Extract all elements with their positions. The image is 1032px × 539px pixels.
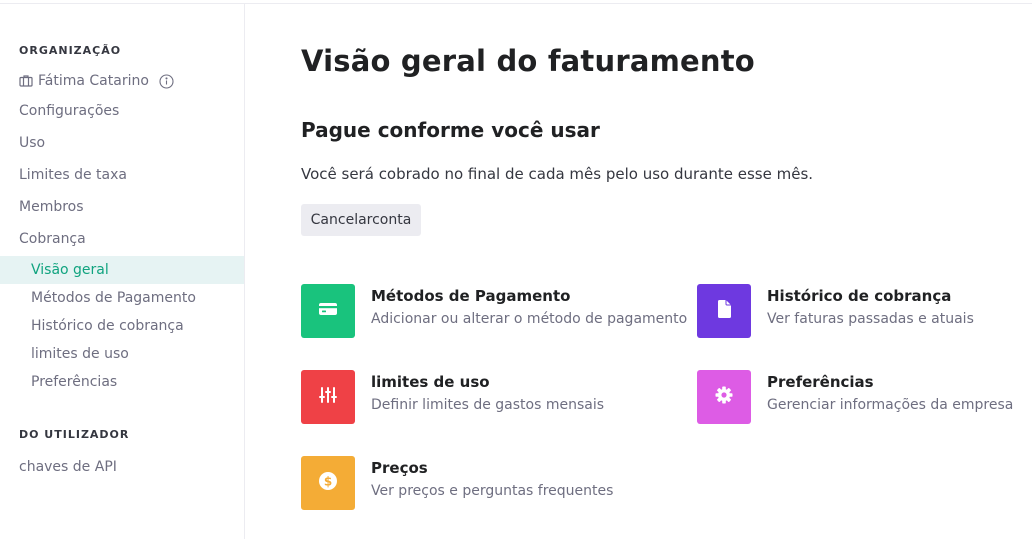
sidebar-subitem-overview[interactable]: Visão geral [0,256,244,284]
preferences-tile [697,370,751,424]
info-icon[interactable] [159,73,174,89]
briefcase-icon [19,74,33,88]
card-title: Métodos de Pagamento [371,287,571,305]
card-description: Definir limites de gastos mensais [371,397,605,413]
card-payment-methods[interactable]: Métodos de Pagamento Adicionar ou altera… [301,284,687,340]
sidebar-item-api-keys[interactable]: chaves de API [19,459,117,475]
sidebar: ORGANIZAÇÃO Fátima Catarino Configuraçõe… [0,4,245,539]
card-usage-limits[interactable]: limites de uso Definir limites de gastos… [301,370,631,426]
cancel-account-button[interactable]: Cancelarconta [301,204,421,236]
svg-text:$: $ [324,474,332,488]
plan-description: Você será cobrado no final de cada mês p… [301,165,814,183]
page-title: Visão geral do faturamento [301,44,755,78]
billing-history-tile [697,284,751,338]
sidebar-subitem-billing-history[interactable]: Histórico de cobrança [0,312,244,340]
sidebar-subitem-usage-limits[interactable]: limites de uso [0,340,244,368]
card-title: limites de uso [371,373,490,391]
sliders-icon [318,386,338,408]
card-billing-history[interactable]: Histórico de cobrança Ver faturas passad… [697,284,1027,340]
org-name: Fátima Catarino [38,73,149,89]
document-icon [717,300,731,322]
card-title: Preferências [767,373,874,391]
card-preferences[interactable]: Preferências Gerenciar informações da em… [697,370,1027,426]
user-section-header: DO UTILIZADOR [19,428,130,441]
usage-limits-tile [301,370,355,424]
sidebar-item-settings[interactable]: Configurações [19,103,119,119]
org-selector[interactable]: Fátima Catarino [19,73,174,89]
org-section-header: ORGANIZAÇÃO [19,44,122,57]
gear-icon [714,385,734,409]
pricing-tile: $ [301,456,355,510]
sidebar-item-billing[interactable]: Cobrança [19,231,86,247]
plan-title: Pague conforme você usar [301,118,600,142]
credit-card-icon [318,301,338,321]
card-description: Adicionar ou alterar o método de pagamen… [371,311,688,327]
dollar-icon: $ [318,471,338,495]
card-description: Gerenciar informações da empresa [767,397,1014,413]
card-title: Histórico de cobrança [767,287,952,305]
card-pricing[interactable]: $ Preços Ver preços e perguntas frequent… [301,456,631,512]
sidebar-item-members[interactable]: Membros [19,199,84,215]
sidebar-item-usage[interactable]: Uso [19,135,45,151]
sidebar-subitem-preferences[interactable]: Preferências [0,368,244,396]
card-title: Preços [371,459,428,477]
payment-methods-tile [301,284,355,338]
card-description: Ver preços e perguntas frequentes [371,483,614,499]
sidebar-item-rate-limits[interactable]: Limites de taxa [19,167,127,183]
sidebar-subitem-payment-methods[interactable]: Métodos de Pagamento [0,284,244,312]
card-description: Ver faturas passadas e atuais [767,311,974,327]
